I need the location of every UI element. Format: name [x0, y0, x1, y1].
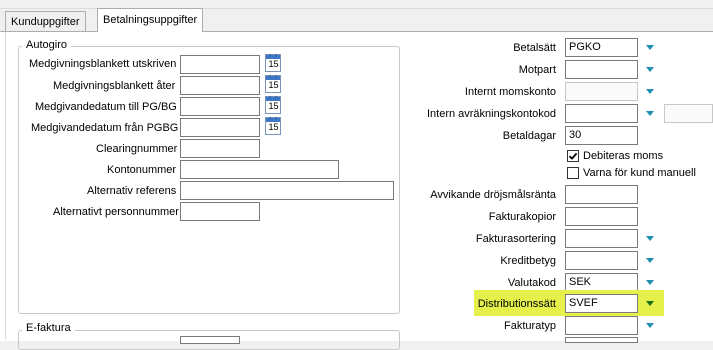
clearingnummer-field[interactable]: [180, 139, 260, 158]
calendar-day: 15: [268, 122, 279, 132]
label-clearingnummer: Clearingnummer: [96, 143, 178, 155]
next-row-field[interactable]: [565, 337, 638, 343]
chevron-down-icon[interactable]: [646, 301, 654, 306]
internt-momskonto-select[interactable]: [565, 82, 638, 101]
label-avvikande-drojsmalsranta: Avvikande dröjsmålsränta: [430, 189, 556, 201]
medgivandedatum-fran-field[interactable]: [180, 118, 260, 137]
label-medgivandedatum-till: Medgivandedatum till PG/BG: [35, 101, 177, 113]
label-medgivandedatum-fran: Medgivandedatum från PGBG: [31, 122, 179, 134]
label-kontonummer: Kontonummer: [107, 164, 177, 176]
label-distributionssatt: Distributionssätt: [477, 298, 556, 310]
autogiro-legend: Autogiro: [22, 39, 71, 51]
tab-betalningsuppgifter[interactable]: Betalningsuppgifter: [97, 8, 204, 32]
intern-avrakningskontokod-select[interactable]: [565, 104, 638, 123]
calendar-icon[interactable]: 15: [265, 54, 281, 72]
calendar-day: 15: [268, 101, 279, 111]
label-motpart: Motpart: [518, 64, 556, 76]
calendar-icon[interactable]: 15: [265, 96, 281, 114]
label-varna-for-kund-manuell: Varna för kund manuell: [583, 167, 696, 179]
label-kreditbetyg: Kreditbetyg: [500, 255, 556, 267]
varna-for-kund-manuell-checkbox[interactable]: [567, 167, 579, 179]
debiteras-moms-checkbox[interactable]: [567, 150, 579, 162]
alternativ-referens-field[interactable]: [180, 181, 394, 200]
medgivningsblankett-ater-field[interactable]: [180, 76, 260, 95]
calendar-day: 15: [268, 59, 279, 69]
label-alternativt-personnummer: Alternativt personnummer: [53, 206, 179, 218]
chevron-down-icon[interactable]: [646, 111, 654, 116]
label-medgivningsblankett-utskriven: Medgivningsblankett utskriven: [29, 58, 177, 70]
chevron-down-icon[interactable]: [646, 236, 654, 241]
label-fakturakopior: Fakturakopior: [488, 211, 556, 223]
label-valutakod: Valutakod: [507, 277, 556, 289]
label-betaldagar: Betaldagar: [502, 130, 556, 142]
tab-label: Betalningsuppgifter: [103, 14, 198, 26]
fakturakopior-field[interactable]: [565, 207, 638, 226]
betaldagar-field[interactable]: 30: [565, 126, 638, 145]
motpart-select[interactable]: [565, 60, 638, 79]
distributionssatt-select[interactable]: SVEF: [565, 294, 638, 313]
chevron-down-icon[interactable]: [646, 280, 654, 285]
label-intern-avrakningskontokod: Intern avräkningskontokod: [426, 108, 556, 120]
calendar-day: 15: [268, 80, 279, 90]
label-fakturatyp: Fakturatyp: [504, 320, 556, 332]
chevron-down-icon[interactable]: [646, 323, 654, 328]
drojsmalsranta-field[interactable]: [565, 185, 638, 204]
label-betalsatt: Betalsätt: [513, 42, 556, 54]
checkmark-icon: [568, 152, 578, 160]
label-medgivningsblankett-ater: Medgivningsblankett åter: [53, 80, 176, 92]
alternativt-personnummer-field[interactable]: [180, 202, 260, 221]
efaktura-legend: E-faktura: [22, 322, 75, 334]
avrakningskontokod-description-field: [664, 104, 713, 123]
chevron-down-icon[interactable]: [646, 89, 654, 94]
tab-label: Kunduppgifter: [11, 16, 80, 28]
panel-divider: [5, 32, 6, 340]
label-debiteras-moms: Debiteras moms: [583, 150, 664, 162]
chevron-down-icon[interactable]: [646, 258, 654, 263]
fakturasortering-select[interactable]: [565, 229, 638, 248]
calendar-icon[interactable]: 15: [265, 117, 281, 135]
calendar-icon[interactable]: 15: [265, 75, 281, 93]
kreditbetyg-select[interactable]: [565, 251, 638, 270]
betalsatt-select[interactable]: PGKO: [565, 38, 638, 57]
tab-kunduppgifter[interactable]: Kunduppgifter: [5, 11, 86, 31]
chevron-down-icon[interactable]: [646, 45, 654, 50]
label-alternativ-referens: Alternativ referens: [87, 185, 177, 197]
medgivandedatum-till-field[interactable]: [180, 97, 260, 116]
medgivningsblankett-utskriven-field[interactable]: [180, 55, 260, 74]
label-internt-momskonto: Internt momskonto: [464, 86, 556, 98]
kontonummer-field[interactable]: [180, 160, 339, 179]
fakturatyp-select[interactable]: [565, 316, 638, 335]
efaktura-field[interactable]: [180, 336, 240, 344]
chevron-down-icon[interactable]: [646, 67, 654, 72]
label-fakturasortering: Fakturasortering: [475, 233, 556, 245]
